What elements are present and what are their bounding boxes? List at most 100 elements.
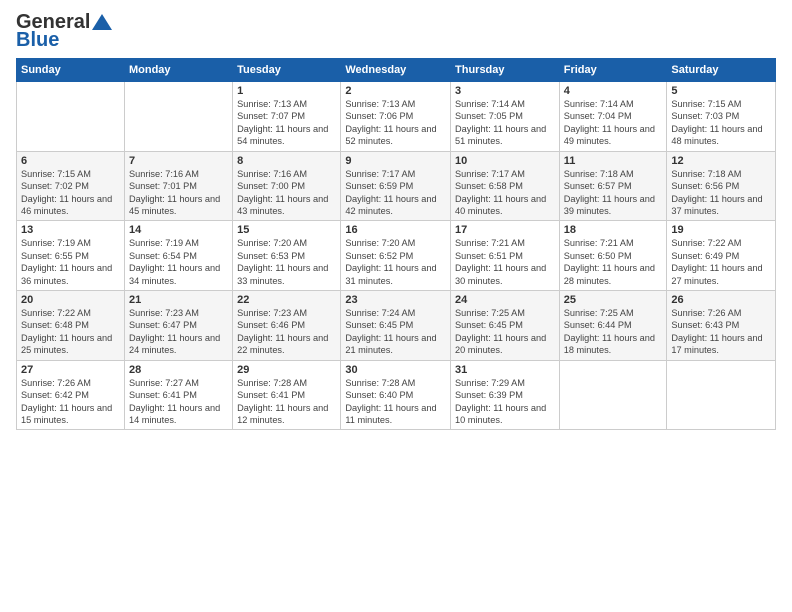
calendar-cell: 22Sunrise: 7:23 AM Sunset: 6:46 PM Dayli… <box>233 291 341 361</box>
weekday-header: Tuesday <box>233 59 341 82</box>
calendar-cell: 25Sunrise: 7:25 AM Sunset: 6:44 PM Dayli… <box>559 291 667 361</box>
calendar-week-row: 6Sunrise: 7:15 AM Sunset: 7:02 PM Daylig… <box>17 151 776 221</box>
calendar-cell: 6Sunrise: 7:15 AM Sunset: 7:02 PM Daylig… <box>17 151 125 221</box>
day-number: 11 <box>564 155 663 167</box>
day-info: Sunrise: 7:26 AM Sunset: 6:42 PM Dayligh… <box>21 377 120 427</box>
calendar-cell: 28Sunrise: 7:27 AM Sunset: 6:41 PM Dayli… <box>124 360 232 430</box>
day-number: 22 <box>237 294 336 306</box>
calendar-cell: 15Sunrise: 7:20 AM Sunset: 6:53 PM Dayli… <box>233 221 341 291</box>
day-info: Sunrise: 7:22 AM Sunset: 6:49 PM Dayligh… <box>671 237 771 287</box>
day-info: Sunrise: 7:23 AM Sunset: 6:47 PM Dayligh… <box>129 307 228 357</box>
calendar-cell: 19Sunrise: 7:22 AM Sunset: 6:49 PM Dayli… <box>667 221 776 291</box>
calendar-cell: 20Sunrise: 7:22 AM Sunset: 6:48 PM Dayli… <box>17 291 125 361</box>
logo-blue: Blue <box>16 30 59 50</box>
day-info: Sunrise: 7:25 AM Sunset: 6:44 PM Dayligh… <box>564 307 663 357</box>
day-info: Sunrise: 7:22 AM Sunset: 6:48 PM Dayligh… <box>21 307 120 357</box>
day-number: 6 <box>21 155 120 167</box>
calendar-cell: 18Sunrise: 7:21 AM Sunset: 6:50 PM Dayli… <box>559 221 667 291</box>
day-info: Sunrise: 7:19 AM Sunset: 6:55 PM Dayligh… <box>21 237 120 287</box>
day-info: Sunrise: 7:14 AM Sunset: 7:04 PM Dayligh… <box>564 98 663 148</box>
day-number: 15 <box>237 224 336 236</box>
weekday-header: Friday <box>559 59 667 82</box>
day-info: Sunrise: 7:28 AM Sunset: 6:40 PM Dayligh… <box>345 377 446 427</box>
day-number: 24 <box>455 294 555 306</box>
day-number: 21 <box>129 294 228 306</box>
calendar-cell: 10Sunrise: 7:17 AM Sunset: 6:58 PM Dayli… <box>451 151 560 221</box>
day-info: Sunrise: 7:18 AM Sunset: 6:56 PM Dayligh… <box>671 168 771 218</box>
calendar-cell: 12Sunrise: 7:18 AM Sunset: 6:56 PM Dayli… <box>667 151 776 221</box>
day-number: 10 <box>455 155 555 167</box>
day-number: 7 <box>129 155 228 167</box>
day-number: 31 <box>455 364 555 376</box>
logo-icon <box>92 14 112 30</box>
day-info: Sunrise: 7:25 AM Sunset: 6:45 PM Dayligh… <box>455 307 555 357</box>
calendar-week-row: 20Sunrise: 7:22 AM Sunset: 6:48 PM Dayli… <box>17 291 776 361</box>
day-info: Sunrise: 7:29 AM Sunset: 6:39 PM Dayligh… <box>455 377 555 427</box>
day-number: 17 <box>455 224 555 236</box>
calendar-cell: 5Sunrise: 7:15 AM Sunset: 7:03 PM Daylig… <box>667 82 776 152</box>
day-info: Sunrise: 7:23 AM Sunset: 6:46 PM Dayligh… <box>237 307 336 357</box>
day-info: Sunrise: 7:13 AM Sunset: 7:06 PM Dayligh… <box>345 98 446 148</box>
calendar-week-row: 27Sunrise: 7:26 AM Sunset: 6:42 PM Dayli… <box>17 360 776 430</box>
page: General Blue SundayMondayTuesdayWednesda… <box>0 0 792 612</box>
calendar-header-row: SundayMondayTuesdayWednesdayThursdayFrid… <box>17 59 776 82</box>
day-info: Sunrise: 7:17 AM Sunset: 6:58 PM Dayligh… <box>455 168 555 218</box>
day-number: 19 <box>671 224 771 236</box>
calendar-cell: 27Sunrise: 7:26 AM Sunset: 6:42 PM Dayli… <box>17 360 125 430</box>
day-info: Sunrise: 7:20 AM Sunset: 6:53 PM Dayligh… <box>237 237 336 287</box>
day-number: 5 <box>671 85 771 97</box>
calendar-cell: 16Sunrise: 7:20 AM Sunset: 6:52 PM Dayli… <box>341 221 451 291</box>
calendar-cell: 26Sunrise: 7:26 AM Sunset: 6:43 PM Dayli… <box>667 291 776 361</box>
day-number: 3 <box>455 85 555 97</box>
day-number: 8 <box>237 155 336 167</box>
calendar: SundayMondayTuesdayWednesdayThursdayFrid… <box>16 58 776 430</box>
day-info: Sunrise: 7:21 AM Sunset: 6:50 PM Dayligh… <box>564 237 663 287</box>
day-info: Sunrise: 7:16 AM Sunset: 7:00 PM Dayligh… <box>237 168 336 218</box>
day-number: 16 <box>345 224 446 236</box>
calendar-week-row: 1Sunrise: 7:13 AM Sunset: 7:07 PM Daylig… <box>17 82 776 152</box>
calendar-cell <box>559 360 667 430</box>
calendar-cell: 14Sunrise: 7:19 AM Sunset: 6:54 PM Dayli… <box>124 221 232 291</box>
day-number: 20 <box>21 294 120 306</box>
day-number: 2 <box>345 85 446 97</box>
logo: General Blue <box>16 12 112 50</box>
calendar-cell: 3Sunrise: 7:14 AM Sunset: 7:05 PM Daylig… <box>451 82 560 152</box>
calendar-cell: 30Sunrise: 7:28 AM Sunset: 6:40 PM Dayli… <box>341 360 451 430</box>
day-number: 14 <box>129 224 228 236</box>
calendar-cell: 11Sunrise: 7:18 AM Sunset: 6:57 PM Dayli… <box>559 151 667 221</box>
day-number: 9 <box>345 155 446 167</box>
day-info: Sunrise: 7:13 AM Sunset: 7:07 PM Dayligh… <box>237 98 336 148</box>
calendar-cell: 17Sunrise: 7:21 AM Sunset: 6:51 PM Dayli… <box>451 221 560 291</box>
day-number: 4 <box>564 85 663 97</box>
calendar-week-row: 13Sunrise: 7:19 AM Sunset: 6:55 PM Dayli… <box>17 221 776 291</box>
day-info: Sunrise: 7:26 AM Sunset: 6:43 PM Dayligh… <box>671 307 771 357</box>
day-number: 25 <box>564 294 663 306</box>
day-number: 23 <box>345 294 446 306</box>
weekday-header: Monday <box>124 59 232 82</box>
header: General Blue <box>16 12 776 50</box>
calendar-cell <box>17 82 125 152</box>
day-info: Sunrise: 7:18 AM Sunset: 6:57 PM Dayligh… <box>564 168 663 218</box>
day-info: Sunrise: 7:16 AM Sunset: 7:01 PM Dayligh… <box>129 168 228 218</box>
calendar-cell: 29Sunrise: 7:28 AM Sunset: 6:41 PM Dayli… <box>233 360 341 430</box>
weekday-header: Thursday <box>451 59 560 82</box>
day-info: Sunrise: 7:24 AM Sunset: 6:45 PM Dayligh… <box>345 307 446 357</box>
day-number: 12 <box>671 155 771 167</box>
weekday-header: Sunday <box>17 59 125 82</box>
calendar-cell: 4Sunrise: 7:14 AM Sunset: 7:04 PM Daylig… <box>559 82 667 152</box>
day-info: Sunrise: 7:15 AM Sunset: 7:03 PM Dayligh… <box>671 98 771 148</box>
calendar-cell <box>124 82 232 152</box>
day-info: Sunrise: 7:28 AM Sunset: 6:41 PM Dayligh… <box>237 377 336 427</box>
calendar-cell: 13Sunrise: 7:19 AM Sunset: 6:55 PM Dayli… <box>17 221 125 291</box>
calendar-cell: 24Sunrise: 7:25 AM Sunset: 6:45 PM Dayli… <box>451 291 560 361</box>
day-info: Sunrise: 7:19 AM Sunset: 6:54 PM Dayligh… <box>129 237 228 287</box>
day-number: 1 <box>237 85 336 97</box>
day-number: 18 <box>564 224 663 236</box>
day-number: 28 <box>129 364 228 376</box>
day-number: 29 <box>237 364 336 376</box>
calendar-cell: 23Sunrise: 7:24 AM Sunset: 6:45 PM Dayli… <box>341 291 451 361</box>
day-number: 13 <box>21 224 120 236</box>
weekday-header: Saturday <box>667 59 776 82</box>
day-info: Sunrise: 7:27 AM Sunset: 6:41 PM Dayligh… <box>129 377 228 427</box>
calendar-cell: 7Sunrise: 7:16 AM Sunset: 7:01 PM Daylig… <box>124 151 232 221</box>
